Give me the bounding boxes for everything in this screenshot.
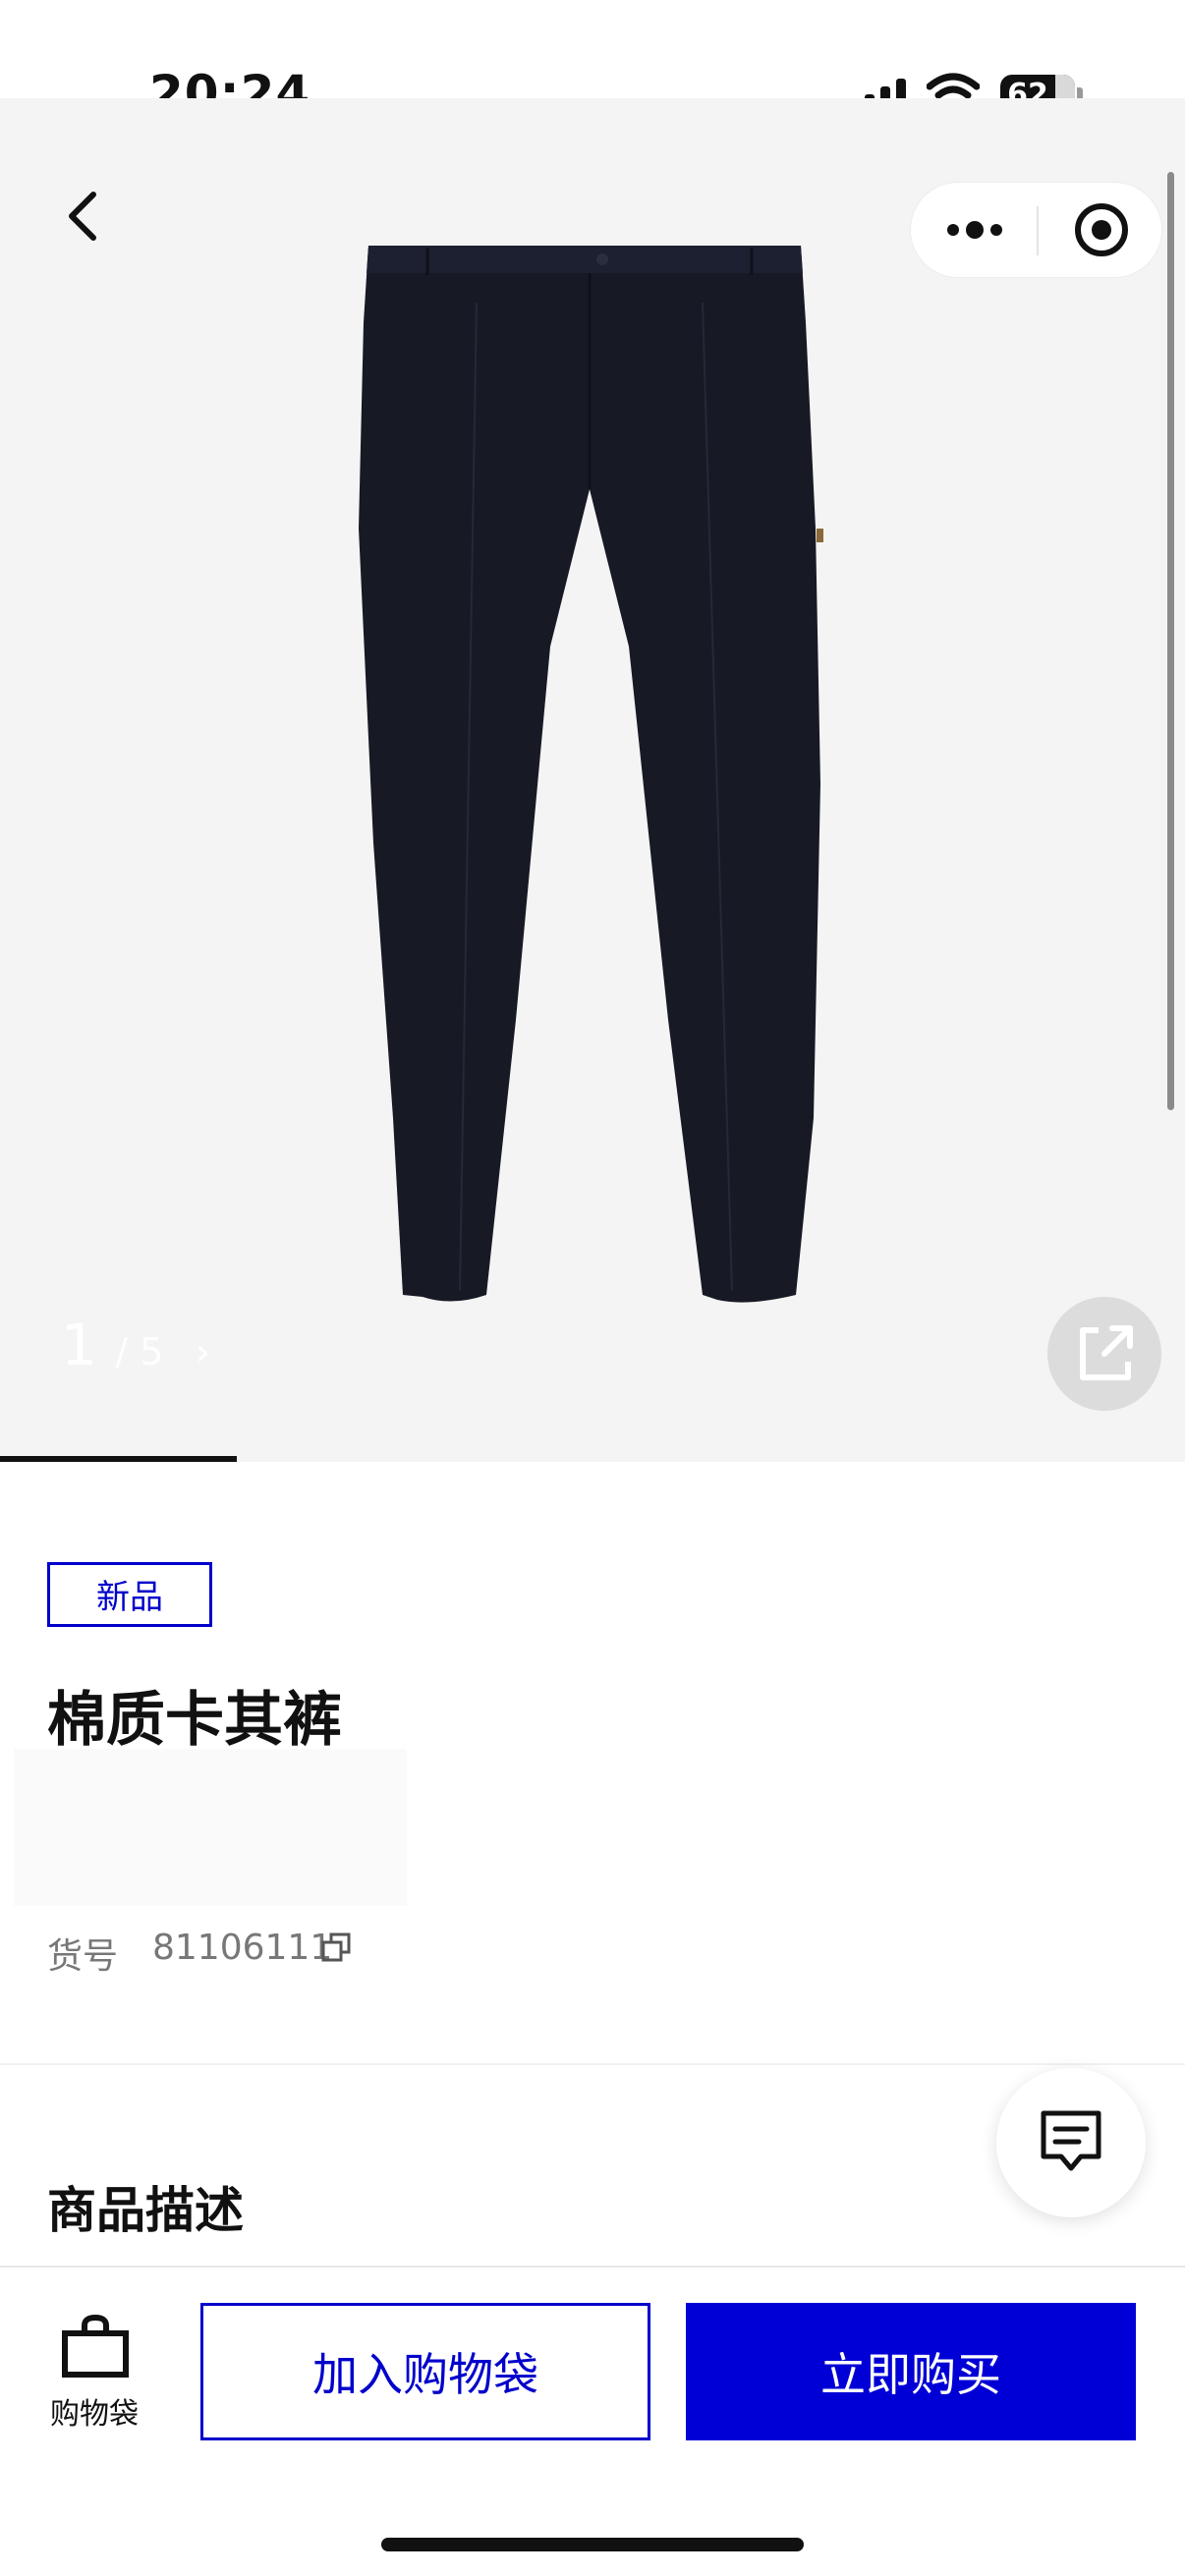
description-title: 商品描述 <box>47 2182 244 2239</box>
chat-icon <box>1041 2110 1101 2171</box>
product-image <box>359 246 823 1303</box>
scrollbar[interactable] <box>1167 172 1174 1110</box>
bag-label[interactable]: 购物袋 <box>47 2389 141 2433</box>
share-icon <box>1080 1325 1133 1380</box>
back-icon[interactable] <box>54 187 113 246</box>
placeholder-area <box>14 1749 407 1906</box>
image-counter: 1 / 5 › <box>61 1312 210 1378</box>
image-counter-current: 1 <box>61 1312 97 1378</box>
buy-now-button[interactable]: 立即购买 <box>686 2303 1136 2440</box>
product-title: 棉质卡其裤 <box>47 1686 342 1755</box>
image-counter-total: / 5 <box>115 1330 164 1373</box>
sku-label: 货号 <box>47 1936 119 1977</box>
gallery-progress <box>0 1456 237 1462</box>
bag-icon[interactable] <box>61 2314 130 2379</box>
home-indicator[interactable] <box>381 2538 804 2551</box>
chat-button[interactable] <box>996 2068 1146 2217</box>
section-divider <box>0 2063 1185 2065</box>
copy-icon[interactable] <box>319 1931 355 1966</box>
chevron-right-icon[interactable]: › <box>196 1330 210 1373</box>
add-to-bag-button[interactable]: 加入购物袋 <box>200 2303 650 2440</box>
sku-value: 81106111 <box>152 1928 333 1968</box>
capsule-divider <box>1037 206 1039 255</box>
share-button[interactable] <box>1047 1297 1161 1411</box>
target-icon[interactable] <box>1073 201 1130 258</box>
new-badge: 新品 <box>47 1562 212 1627</box>
more-icon[interactable] <box>943 214 1006 246</box>
